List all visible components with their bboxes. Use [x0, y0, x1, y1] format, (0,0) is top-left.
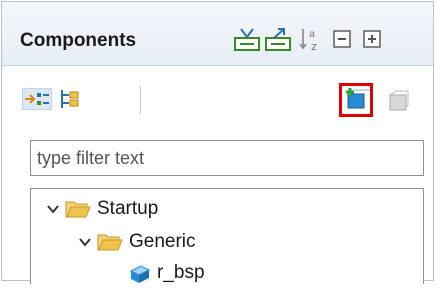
component-icon [129, 265, 151, 283]
remove-component-icon[interactable] [386, 89, 410, 113]
folder-open-icon [65, 201, 91, 218]
hierarchy-icon[interactable] [58, 88, 82, 110]
expand-all-icon[interactable] [359, 26, 387, 52]
chevron-down-icon[interactable] [77, 234, 93, 250]
chevron-down-icon[interactable] [45, 201, 61, 217]
expand-to-icon[interactable] [264, 26, 292, 52]
tree-item-startup[interactable]: Startup [45, 193, 158, 225]
link-with-editor-icon[interactable] [22, 88, 52, 110]
sort-alpha-icon[interactable]: a z [297, 26, 325, 52]
tree-item-label: Startup [97, 198, 159, 219]
add-component-button[interactable] [339, 83, 373, 117]
components-view: Components a z type filter text Startup … [1, 1, 434, 284]
filter-input[interactable] [30, 140, 424, 176]
view-title: Components [20, 30, 137, 51]
add-component-icon [346, 88, 370, 109]
component-tree: Startup Generic r_bsp [30, 188, 424, 284]
toolbar-separator [140, 86, 141, 114]
tree-item-label: Generic [129, 231, 196, 252]
tree-item-r-bsp[interactable]: r_bsp [127, 257, 205, 289]
svg-text:z: z [311, 40, 317, 52]
tree-item-generic[interactable]: Generic [77, 226, 196, 258]
folder-open-icon [97, 234, 123, 251]
collapse-all-icon[interactable] [329, 26, 357, 52]
collapse-to-icon[interactable] [233, 26, 261, 52]
svg-text:a: a [309, 29, 315, 40]
view-header: Components a z [2, 2, 433, 66]
tree-item-label: r_bsp [157, 262, 205, 283]
